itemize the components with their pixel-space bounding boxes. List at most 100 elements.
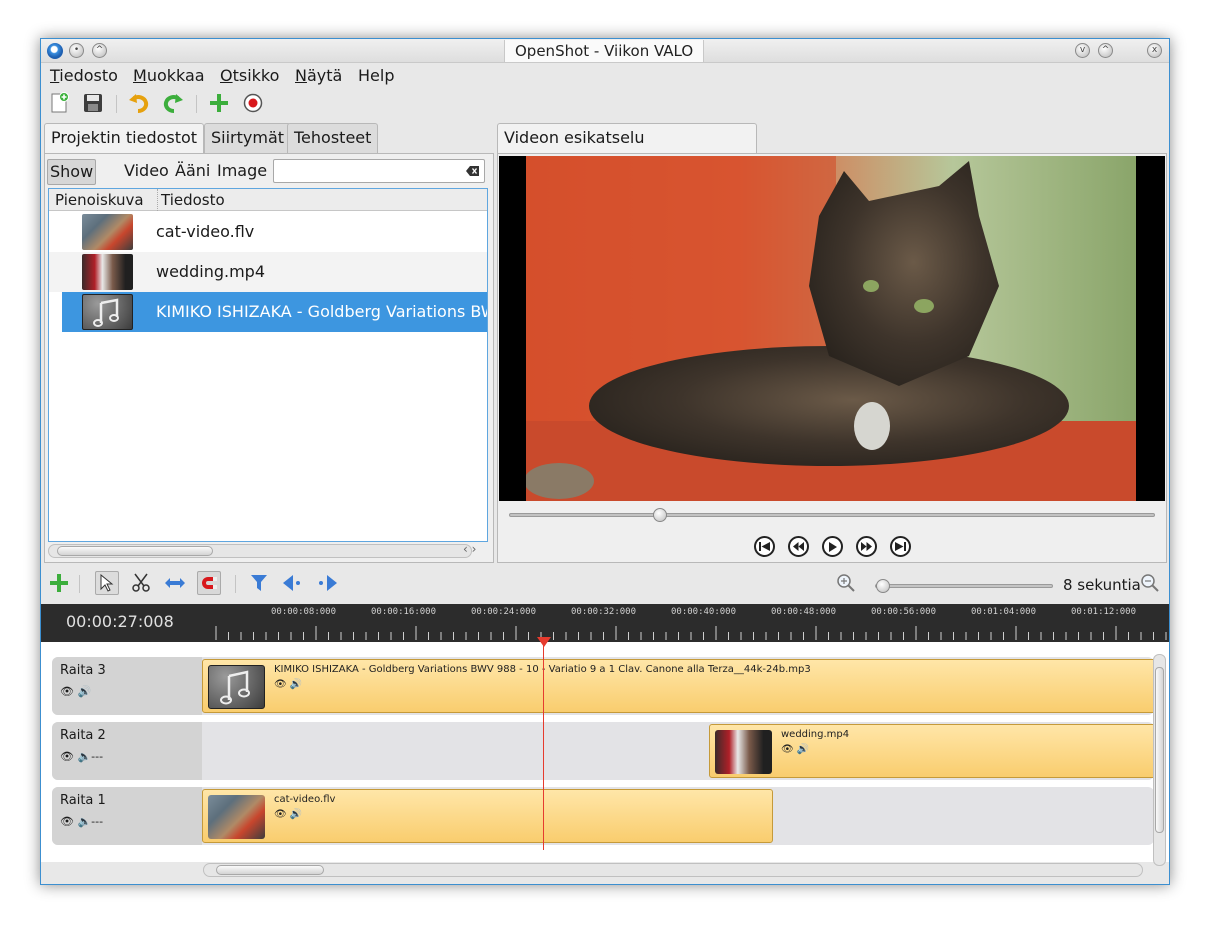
menu-otsikko[interactable]: Otsikko	[220, 66, 279, 85]
speaker-icon[interactable]: 🔊	[77, 685, 91, 698]
cat-video-thumbnail	[208, 795, 265, 839]
left-tabs: Projektin tiedostot Siirtymät Tehosteet	[44, 123, 484, 154]
scrollbar-handle[interactable]	[1155, 667, 1164, 833]
redo-icon[interactable]	[161, 91, 185, 115]
playhead-line[interactable]	[543, 637, 544, 850]
project-file-list[interactable]: Pienoiskuva Tiedosto cat-video.flv weddi…	[48, 188, 488, 542]
menu-tiedosto[interactable]: Tiedosto	[50, 66, 118, 85]
clip-cat-video[interactable]: cat-video.flv 👁 🔊	[202, 789, 773, 843]
add-track-icon[interactable]	[47, 571, 71, 595]
preview-seek-slider[interactable]	[509, 508, 1155, 522]
keep-above-button[interactable]: •	[69, 43, 84, 58]
eye-icon[interactable]: 👁	[60, 815, 74, 828]
rewind-icon[interactable]	[788, 536, 809, 557]
snapping-magnet-icon[interactable]	[197, 571, 221, 595]
file-list-header: Pienoiskuva Tiedosto	[49, 189, 487, 211]
add-marker-icon[interactable]	[247, 571, 271, 595]
select-tool-icon[interactable]	[95, 571, 119, 595]
close-button[interactable]: x	[1147, 43, 1162, 58]
speaker-icon[interactable]: 🔊	[290, 809, 302, 820]
fast-forward-icon[interactable]	[856, 536, 877, 557]
next-marker-icon[interactable]	[315, 571, 339, 595]
speaker-icon[interactable]: 🔊	[290, 679, 302, 690]
scrollbar-handle[interactable]	[57, 546, 213, 556]
toolbar-separator	[79, 575, 80, 593]
clip-goldberg-mp3[interactable]: KIMIKO ISHIZAKA - Goldberg Variations BW…	[202, 659, 1162, 713]
openshot-app-icon[interactable]	[47, 43, 63, 59]
window-title: OpenShot - Viikon VALO	[504, 40, 705, 62]
timeline-zoom-slider[interactable]	[875, 579, 1053, 593]
clip-wedding-mp4[interactable]: wedding.mp4 👁 🔊	[709, 724, 1159, 778]
column-file[interactable]: Tiedosto	[157, 189, 225, 211]
maximize-button[interactable]: ^	[1098, 43, 1113, 58]
track-toggles: 👁 🔈---	[60, 815, 103, 828]
tab-transitions[interactable]: Siirtymät	[204, 123, 292, 153]
search-input[interactable]	[273, 159, 485, 183]
resize-tool-icon[interactable]	[163, 571, 187, 595]
track-toggles: 👁 🔊	[60, 685, 91, 698]
speaker-muted-icon[interactable]: 🔈---	[77, 815, 103, 828]
zoom-slider-handle[interactable]	[876, 579, 890, 593]
menu-nayta[interactable]: Näytä	[295, 66, 342, 85]
tab-project-files[interactable]: Projektin tiedostot	[44, 123, 205, 154]
clip-toggles: 👁 🔊	[274, 809, 302, 820]
jump-to-end-icon[interactable]	[890, 536, 911, 557]
import-files-icon[interactable]	[207, 91, 231, 115]
filter-image[interactable]: Image	[215, 159, 269, 185]
music-note-icon	[82, 294, 133, 330]
track-raita-3[interactable]: Raita 3 👁 🔊 KIMIKO ISHIZAKA - Goldberg V…	[52, 657, 1162, 715]
export-video-icon[interactable]	[241, 91, 265, 115]
zoom-out-icon[interactable]	[1138, 571, 1162, 595]
undo-icon[interactable]	[127, 91, 151, 115]
list-item[interactable]: KIMIKO ISHIZAKA - Goldberg Variations BW…	[62, 292, 487, 332]
minimize-button[interactable]: v	[1075, 43, 1090, 58]
save-icon[interactable]	[81, 91, 105, 115]
video-preview	[499, 156, 1165, 501]
previous-marker-icon[interactable]	[281, 571, 305, 595]
seek-handle[interactable]	[653, 508, 667, 522]
list-item[interactable]: cat-video.flv	[49, 212, 487, 252]
scrollbar-handle[interactable]	[216, 865, 324, 875]
shade-button[interactable]: ^	[92, 43, 107, 58]
clear-search-icon[interactable]	[466, 165, 480, 177]
razor-tool-icon[interactable]	[129, 571, 153, 595]
timeline-toolbar: 8 sekuntia	[41, 569, 1169, 601]
track-raita-2[interactable]: Raita 2 👁 🔈--- wedding.mp4 👁 🔊	[52, 722, 1159, 780]
column-thumbnail[interactable]: Pienoiskuva	[55, 189, 144, 211]
toolbar-separator	[116, 95, 117, 113]
tab-video-preview[interactable]: Videon esikatselu (keskeytetty)	[497, 123, 757, 175]
timeline-hscrollbar[interactable]	[203, 863, 1143, 877]
filter-show-all[interactable]: Show All	[47, 159, 97, 205]
timeline-ruler[interactable]: 00:00:27:008 00:00:08:000 00:00:16:000 0…	[41, 604, 1169, 642]
track-raita-1[interactable]: Raita 1 👁 🔈--- cat-video.flv 👁 🔊	[52, 787, 1154, 845]
list-item[interactable]: wedding.mp4	[49, 252, 487, 292]
jump-to-start-icon[interactable]	[754, 536, 775, 557]
eye-icon[interactable]: 👁	[781, 744, 794, 755]
menu-muokkaa[interactable]: Muokkaa	[133, 66, 205, 85]
speaker-muted-icon[interactable]: 🔈---	[77, 750, 103, 763]
menu-help[interactable]: Help	[358, 66, 394, 85]
tab-effects[interactable]: Tehosteet	[287, 123, 379, 153]
play-icon[interactable]	[822, 536, 843, 557]
filter-video[interactable]: Video	[122, 159, 171, 185]
wedding-thumbnail	[82, 254, 133, 290]
ruler-ticks	[215, 626, 1167, 640]
scroll-left-right-arrows[interactable]: ‹ ›	[463, 542, 476, 556]
playhead-marker[interactable]	[537, 637, 551, 647]
eye-icon[interactable]: 👁	[274, 679, 287, 690]
file-list-hscrollbar[interactable]	[48, 544, 472, 558]
eye-icon[interactable]: 👁	[60, 750, 74, 763]
clip-title: cat-video.flv	[274, 794, 336, 805]
zoom-in-icon[interactable]	[834, 571, 858, 595]
speaker-icon[interactable]: 🔊	[797, 744, 809, 755]
new-project-icon[interactable]	[47, 91, 71, 115]
track-name: Raita 3	[60, 663, 106, 678]
filter-audio[interactable]: Ääni	[173, 159, 212, 185]
toolbar-separator	[196, 95, 197, 113]
file-name: KIMIKO ISHIZAKA - Goldberg Variations BW…	[156, 302, 488, 321]
eye-icon[interactable]: 👁	[274, 809, 287, 820]
timeline-vscrollbar[interactable]	[1153, 654, 1166, 866]
music-note-icon	[208, 665, 265, 709]
track-header: Raita 3 👁 🔊	[52, 657, 202, 715]
eye-icon[interactable]: 👁	[60, 685, 74, 698]
